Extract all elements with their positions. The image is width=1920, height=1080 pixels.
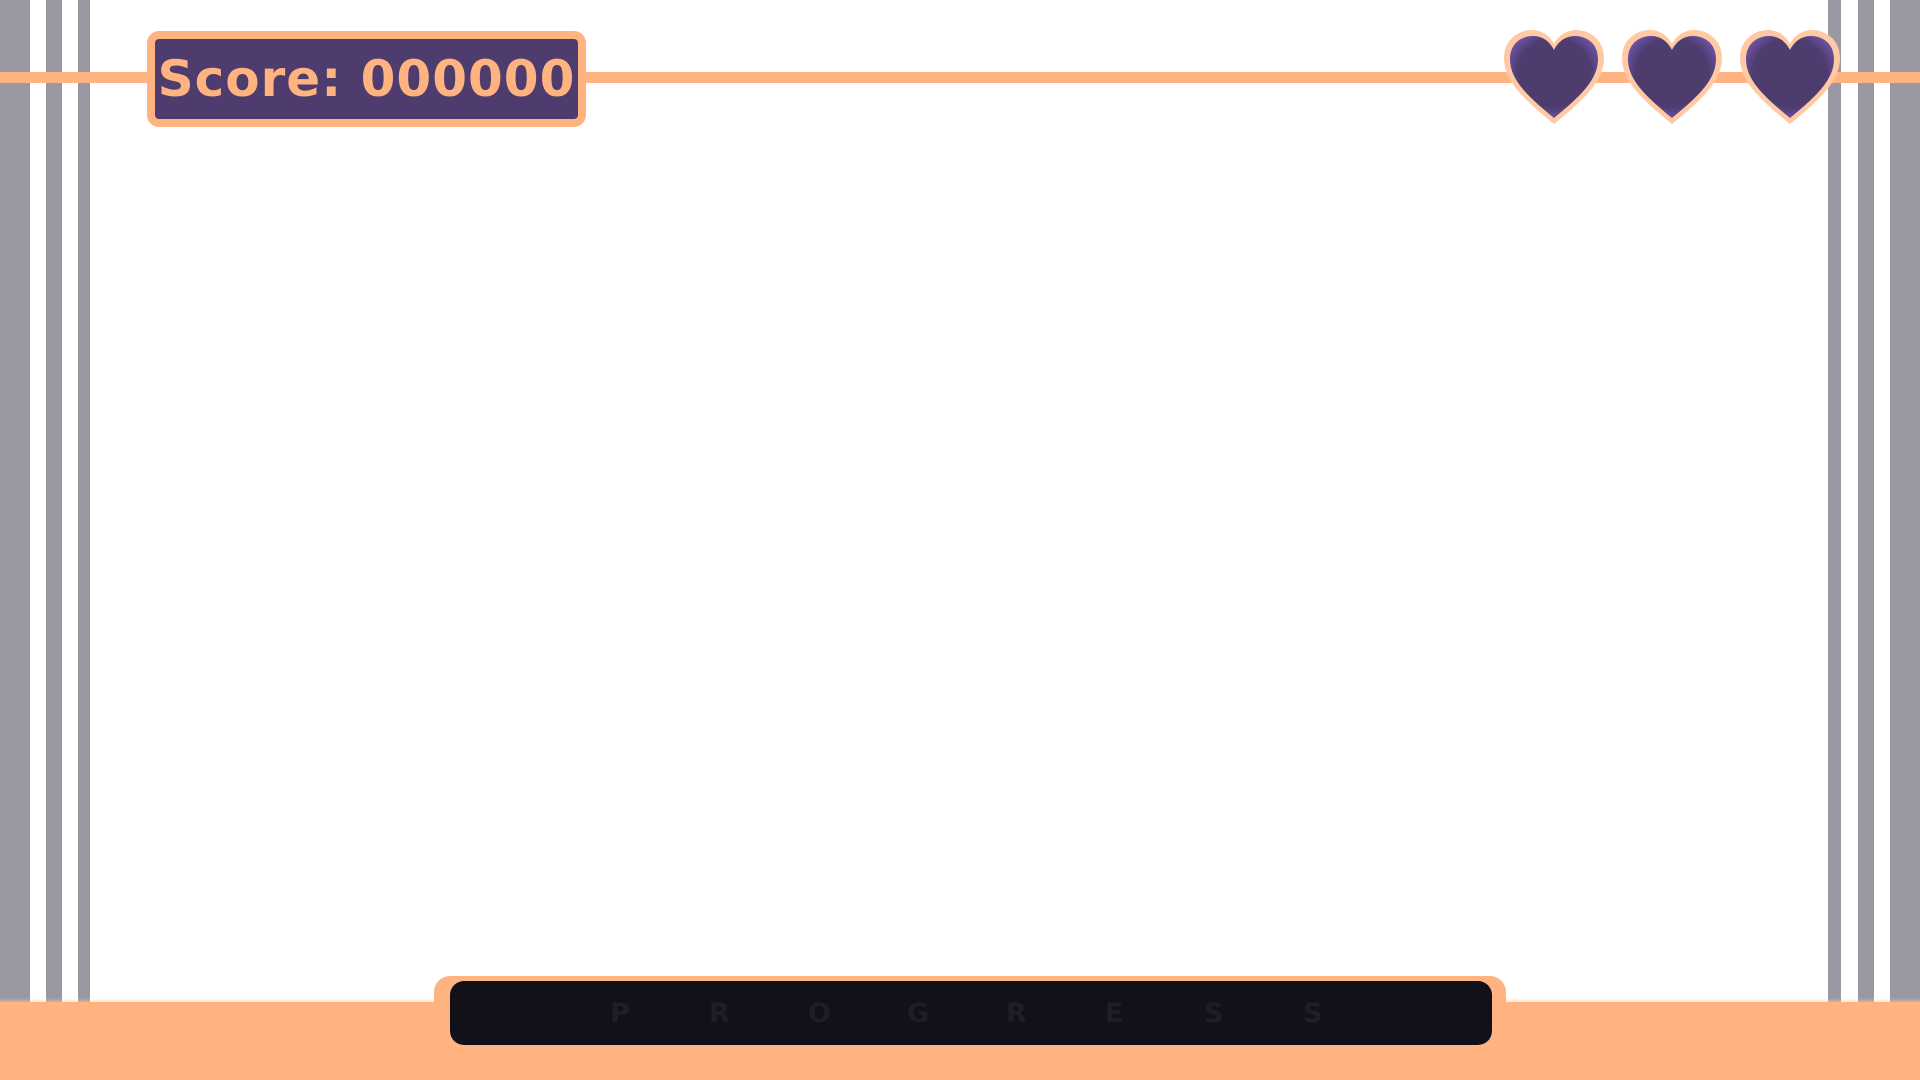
progress-letter: R [709, 997, 730, 1029]
left-stripe-inner [78, 0, 90, 1010]
left-stripe-middle [46, 0, 62, 1010]
game-stage: Score: 000000 P R O G R E S S [0, 0, 1920, 1080]
heart-icon [1740, 30, 1840, 124]
progress-letter: O [808, 997, 831, 1029]
score-panel: Score: 000000 [147, 31, 586, 127]
right-stripe-outer [1890, 0, 1920, 1010]
progress-letter: P [610, 997, 630, 1029]
progress-letter: R [1006, 997, 1027, 1029]
progress-letter: E [1105, 997, 1124, 1029]
progress-label: P R O G R E S S [450, 981, 1492, 1045]
heart-icon [1622, 30, 1722, 124]
lives-display [1502, 28, 1842, 128]
progress-bar: P R O G R E S S [450, 981, 1492, 1045]
heart-icon [1504, 30, 1604, 124]
progress-letter: S [1204, 997, 1224, 1029]
score-text: Score: 000000 [157, 50, 576, 108]
right-stripe-middle [1858, 0, 1874, 1010]
right-stripe-inner [1828, 0, 1841, 1010]
progress-letter: G [907, 997, 930, 1029]
progress-letter: S [1303, 997, 1323, 1029]
left-stripe-outer [0, 0, 30, 1010]
